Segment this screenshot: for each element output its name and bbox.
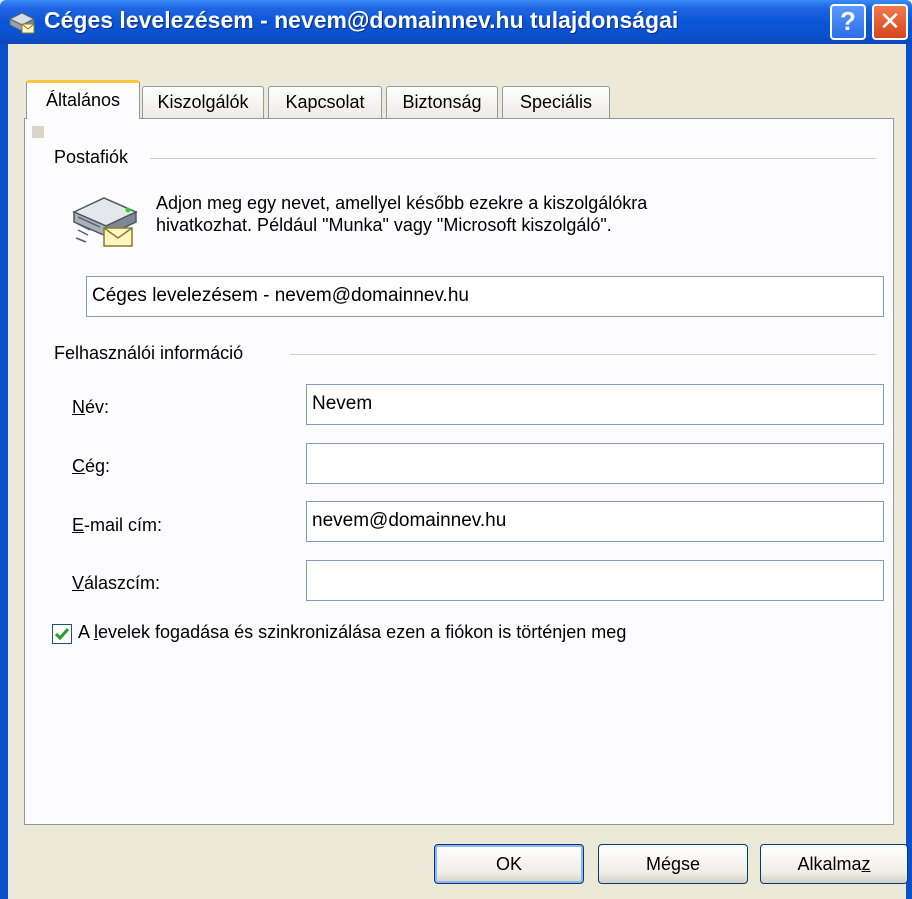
window-frame-right bbox=[906, 44, 912, 899]
tab-advanced[interactable]: Speciális bbox=[502, 86, 610, 118]
tab-security[interactable]: Biztonság bbox=[386, 86, 498, 118]
apply-label-mnemonic: z bbox=[861, 854, 871, 874]
tab-connection[interactable]: Kapcsolat bbox=[268, 86, 382, 118]
window-frame-left bbox=[0, 44, 8, 899]
company-label: Cég: bbox=[72, 456, 110, 477]
sync-label-after: evelek fogadása és szinkronizálása ezen … bbox=[98, 622, 627, 642]
description-line-1: Adjon meg egy nevet, amellyel később eze… bbox=[156, 193, 648, 213]
ok-button[interactable]: OK bbox=[434, 844, 584, 884]
mailbox-description: Adjon meg egy nevet, amellyel később eze… bbox=[156, 192, 796, 236]
mailbox-group-label: Postafiók bbox=[54, 147, 137, 168]
sync-label-before: A bbox=[78, 622, 95, 642]
apply-label-text: Alkalma bbox=[797, 854, 862, 874]
close-button[interactable]: ✕ bbox=[872, 4, 908, 40]
account-name-input[interactable]: Céges levelezésem - nevem@domainnev.hu bbox=[86, 276, 884, 317]
checkmark-icon bbox=[54, 628, 70, 641]
name-input[interactable]: Nevem bbox=[306, 384, 884, 425]
email-input[interactable]: nevem@domainnev.hu bbox=[306, 501, 884, 542]
window-title: Céges levelezésem - nevem@domainnev.hu t… bbox=[44, 7, 679, 33]
company-label-mnemonic: C bbox=[72, 456, 85, 476]
mail-server-icon bbox=[8, 12, 36, 34]
sync-checkbox-label[interactable]: A levelek fogadása és szinkronizálása ez… bbox=[78, 622, 626, 643]
apply-button[interactable]: Alkalmaz bbox=[760, 844, 908, 884]
panel-marker bbox=[32, 126, 44, 138]
tab-servers[interactable]: Kiszolgálók bbox=[142, 86, 264, 118]
email-label: E-mail cím: bbox=[72, 515, 162, 536]
sync-checkbox[interactable] bbox=[52, 624, 72, 644]
name-label-mnemonic: N bbox=[72, 397, 85, 417]
company-label-text: ég: bbox=[85, 456, 111, 476]
reply-address-input[interactable] bbox=[306, 560, 884, 601]
tab-general[interactable]: Általános bbox=[26, 80, 140, 119]
name-label: Név: bbox=[72, 397, 109, 418]
name-label-text: év: bbox=[85, 397, 110, 417]
reply-label-text: álaszcím: bbox=[84, 573, 161, 593]
cancel-button[interactable]: Mégse bbox=[598, 844, 748, 884]
user-info-group-line bbox=[290, 354, 876, 355]
email-label-text: -mail cím: bbox=[84, 515, 163, 535]
mail-server-icon bbox=[72, 197, 138, 247]
mailbox-group-line bbox=[150, 158, 876, 159]
company-input[interactable] bbox=[306, 443, 884, 484]
user-info-group-label: Felhasználói információ bbox=[54, 343, 252, 364]
description-line-2: hivatkozhat. Például "Munka" vagy "Micro… bbox=[156, 215, 612, 235]
reply-label: Válaszcím: bbox=[72, 573, 160, 594]
email-label-mnemonic: E bbox=[72, 515, 85, 535]
reply-label-mnemonic: V bbox=[72, 573, 85, 593]
title-bar[interactable]: Céges levelezésem - nevem@domainnev.hu t… bbox=[0, 0, 912, 44]
help-button[interactable]: ? bbox=[830, 4, 866, 40]
